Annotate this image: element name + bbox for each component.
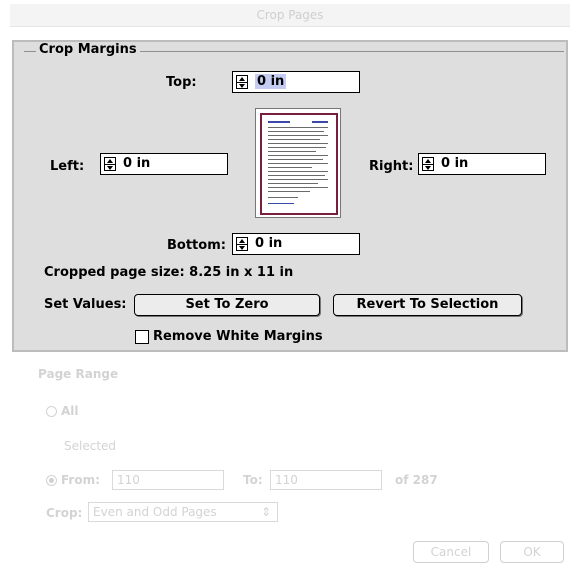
remove-white-margins-label[interactable]: Remove White Margins	[153, 329, 323, 344]
preview-text-line	[268, 147, 326, 148]
preview-text-line	[268, 197, 298, 198]
stepper-divider	[105, 164, 115, 165]
left-margin-field[interactable]: 0 in	[100, 153, 228, 175]
top-margin-field[interactable]: 0 in	[232, 71, 360, 93]
crop-pages-select-value[interactable]: Even and Odd Pages	[93, 505, 217, 519]
preview-text-line	[268, 135, 328, 136]
left-label: Left:	[50, 159, 85, 174]
stepper-divider	[423, 164, 433, 165]
preview-text-line	[268, 179, 328, 180]
stepper-down-icon[interactable]	[239, 246, 245, 250]
preview-text-line	[268, 127, 328, 128]
page-preview	[255, 108, 341, 218]
remove-white-margins-checkbox[interactable]	[135, 330, 149, 344]
page-thumbnail	[260, 113, 338, 215]
bottom-margin-field[interactable]: 0 in	[232, 233, 360, 255]
preview-text-line	[268, 159, 323, 160]
preview-text-line	[268, 139, 320, 140]
top-margin-value[interactable]: 0 in	[255, 74, 287, 89]
top-label: Top:	[166, 75, 197, 90]
stepper-down-icon[interactable]	[239, 84, 245, 88]
right-margin-field[interactable]: 0 in	[418, 153, 546, 175]
preview-text-line	[268, 191, 310, 192]
to-label: To:	[243, 473, 263, 487]
preview-text-line	[268, 163, 328, 164]
right-margin-stepper[interactable]	[422, 157, 434, 171]
right-label: Right:	[369, 159, 414, 174]
preview-heading-line	[268, 121, 290, 123]
crop-pages-select[interactable]: Even and Odd Pages ⇕	[88, 502, 278, 522]
preview-footer-line	[268, 203, 294, 204]
crop-label: Crop:	[46, 506, 83, 520]
stepper-up-icon[interactable]	[425, 159, 431, 163]
page-range-title: Page Range	[38, 367, 119, 381]
stepper-down-icon[interactable]	[107, 166, 113, 170]
preview-text-line	[268, 167, 312, 168]
all-pages-radio[interactable]	[46, 406, 57, 417]
page-count-label: of 287	[395, 473, 438, 487]
preview-text-line	[268, 187, 328, 188]
left-margin-value[interactable]: 0 in	[123, 156, 150, 171]
preview-text-line	[268, 171, 328, 172]
stepper-up-icon[interactable]	[107, 159, 113, 163]
ok-button[interactable]: OK	[500, 541, 564, 563]
set-to-zero-button[interactable]: Set To Zero	[134, 294, 320, 316]
preview-text-line	[268, 143, 328, 144]
revert-to-selection-button[interactable]: Revert To Selection	[333, 294, 522, 316]
chevron-updown-icon[interactable]: ⇕	[261, 503, 271, 521]
from-page-field[interactable]: 110	[112, 470, 224, 490]
dialog-title: Crop Pages	[256, 8, 324, 22]
preview-text-line	[268, 151, 316, 152]
preview-text-line	[268, 131, 324, 132]
bottom-label: Bottom:	[167, 238, 226, 253]
stepper-up-icon[interactable]	[239, 239, 245, 243]
preview-text-line	[268, 183, 318, 184]
top-margin-stepper[interactable]	[236, 75, 248, 89]
to-page-field[interactable]: 110	[270, 470, 382, 490]
from-pages-radio[interactable]	[46, 475, 57, 486]
stepper-divider	[237, 82, 247, 83]
bottom-margin-stepper[interactable]	[236, 237, 248, 251]
crop-margins-title: Crop Margins	[36, 42, 140, 57]
preview-text-line	[268, 175, 325, 176]
stepper-divider	[237, 244, 247, 245]
cancel-button[interactable]: Cancel	[413, 541, 489, 563]
left-margin-stepper[interactable]	[104, 157, 116, 171]
cropped-page-size-text: Cropped page size: 8.25 in x 11 in	[44, 265, 294, 280]
all-pages-label[interactable]: All	[61, 404, 79, 418]
bottom-margin-value[interactable]: 0 in	[255, 236, 282, 251]
preview-text-line	[268, 155, 328, 156]
selected-pages-label[interactable]: Selected	[64, 439, 116, 453]
preview-heading-line	[312, 121, 328, 123]
dialog-title-bar: Crop Pages	[10, 4, 570, 27]
stepper-down-icon[interactable]	[425, 166, 431, 170]
from-label[interactable]: From:	[61, 473, 100, 487]
stepper-up-icon[interactable]	[239, 77, 245, 81]
right-margin-value[interactable]: 0 in	[441, 156, 468, 171]
set-values-label: Set Values:	[44, 297, 127, 312]
